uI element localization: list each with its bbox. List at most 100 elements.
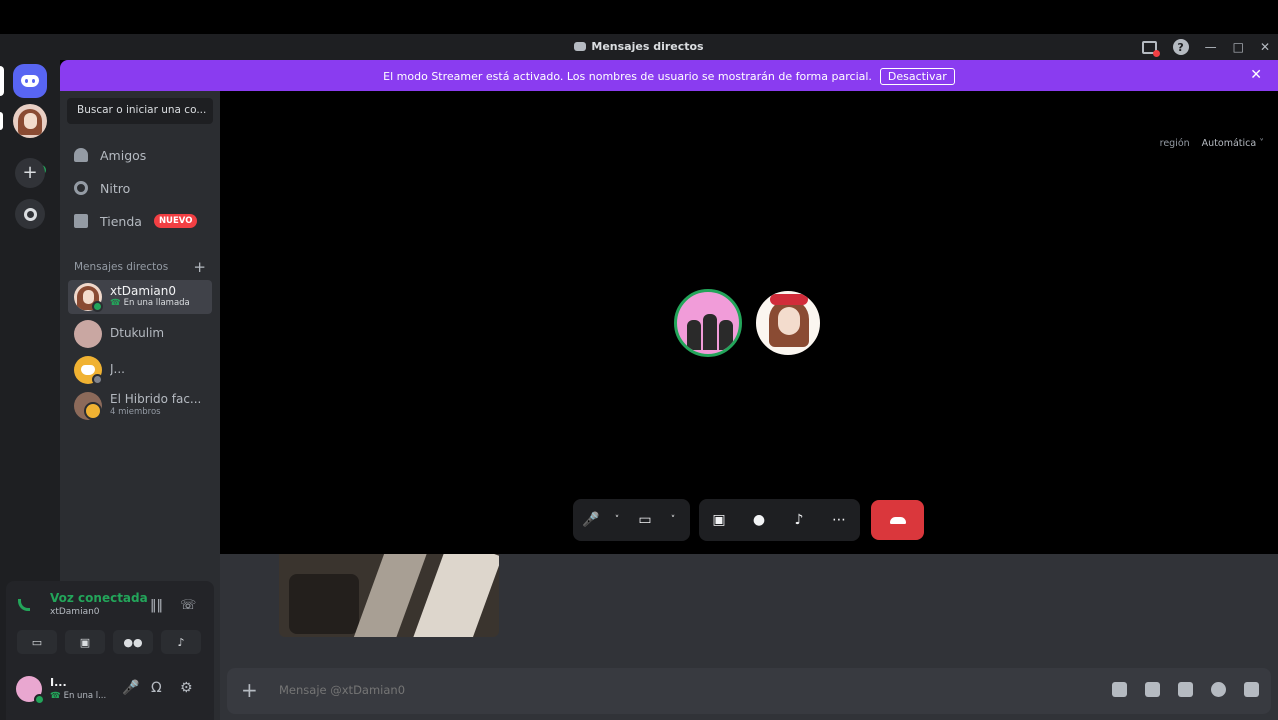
microphone-button[interactable]: 🎤 <box>573 499 609 541</box>
close-window-button[interactable]: ✕ <box>1260 40 1270 54</box>
dm-members: 4 miembros <box>110 407 161 417</box>
sticker-icon[interactable] <box>1178 682 1193 697</box>
dm-name: J... <box>110 362 125 376</box>
soundboard-icon: ♪ <box>794 512 804 528</box>
noise-suppression-icon[interactable]: ‖‖ <box>150 598 163 613</box>
nav-shop[interactable]: Tienda NUEVO <box>68 206 212 236</box>
screen-share-button[interactable]: ▣ <box>699 499 739 541</box>
dm-name: Dtukulim <box>110 326 165 340</box>
settings-gear-icon[interactable]: ⚙ <box>180 680 193 696</box>
nav-friends[interactable]: Amigos <box>68 140 212 170</box>
dm-icon <box>574 42 587 51</box>
screen-share-icon: ▣ <box>712 512 726 528</box>
dm-name: xtDamian0 <box>110 284 177 298</box>
compass-icon <box>23 207 37 221</box>
group-member-avatar <box>84 402 102 420</box>
signal-icon[interactable] <box>18 599 30 611</box>
camera-off-icon: ▭ <box>638 512 652 528</box>
user-panel: I... En una l... 🎤 Ω ⚙ <box>6 661 214 715</box>
screen-share-button[interactable]: ▣ <box>65 630 105 654</box>
activities-button[interactable]: ●● <box>113 630 153 654</box>
avatar <box>74 320 102 348</box>
online-status-icon <box>92 301 103 312</box>
apps-gamepad-icon[interactable] <box>1244 682 1259 697</box>
gif-icon[interactable] <box>1145 682 1160 697</box>
user-name: I... <box>50 676 67 689</box>
dm-name: El Hibrido fac... <box>110 392 202 406</box>
participant-avatar-2[interactable] <box>754 289 822 357</box>
maximize-button[interactable]: □ <box>1233 40 1244 54</box>
image-attachment[interactable] <box>279 554 499 637</box>
message-input[interactable] <box>279 683 879 697</box>
voice-channel: xtDamian0 <box>50 607 100 617</box>
inbox-icon[interactable] <box>1141 40 1160 57</box>
disconnect-icon[interactable]: ☏ <box>180 598 196 613</box>
screen-top-area <box>0 0 1278 34</box>
window-controls: ? — □ ✕ <box>1134 34 1278 60</box>
region-selector[interactable]: región Automática ˅ <box>1160 138 1264 149</box>
chat-area: + <box>220 554 1278 720</box>
nitro-icon <box>74 181 88 195</box>
explore-button[interactable] <box>15 199 45 229</box>
dm-status: En una llamada <box>110 298 190 308</box>
voice-connected-panel: Voz conectada xtDamian0 ‖‖ ☏ ▭ ▣ ●● ♪ <box>6 581 214 661</box>
gamepad-icon: ●● <box>123 635 143 649</box>
offline-status-icon <box>92 374 103 385</box>
friends-icon <box>74 148 88 162</box>
emoji-icon[interactable] <box>1211 682 1226 697</box>
participant-avatar-1[interactable] <box>674 289 742 357</box>
dm-item-3[interactable]: J... <box>68 353 212 387</box>
search-button[interactable]: Buscar o iniciar una co... <box>67 98 213 124</box>
dm-item-2[interactable]: Dtukulim <box>68 317 212 351</box>
user-status: En una l... <box>50 691 107 701</box>
attach-plus-icon[interactable]: + <box>241 678 258 702</box>
camera-off-icon: ▭ <box>31 635 43 649</box>
gift-icon[interactable] <box>1112 682 1127 697</box>
camera-off-button[interactable]: ▭ <box>17 630 57 654</box>
soundboard-button[interactable]: ♪ <box>779 499 819 541</box>
camera-options-chevron-icon[interactable]: ˅ <box>665 499 681 541</box>
server-avatar[interactable] <box>13 104 47 138</box>
deactivate-button[interactable]: Desactivar <box>879 68 955 85</box>
soundboard-button[interactable]: ♪ <box>161 630 201 654</box>
create-dm-icon[interactable]: + <box>193 258 206 276</box>
help-icon[interactable]: ? <box>1172 39 1189 55</box>
home-button[interactable] <box>13 64 47 98</box>
soundboard-icon: ♪ <box>177 635 185 649</box>
gamepad-icon: ● <box>752 512 766 528</box>
chevron-down-icon: ˅ <box>1256 138 1264 149</box>
microphone-icon[interactable]: 🎤 <box>122 680 139 696</box>
window-title: Mensajes directos <box>0 40 1278 53</box>
screen-share-icon: ▣ <box>79 635 91 649</box>
mic-options-chevron-icon[interactable]: ˅ <box>609 499 625 541</box>
close-banner-icon[interactable]: ✕ <box>1250 67 1262 83</box>
call-stage: región Automática ˅ 🎤 ˅ ▭ ˅ ▣ ● ♪ ⋯ <box>220 91 1278 554</box>
minimize-button[interactable]: — <box>1205 40 1217 54</box>
call-action-controls: ▣ ● ♪ ⋯ <box>699 499 860 541</box>
mic-camera-controls: 🎤 ˅ ▭ ˅ <box>573 499 690 541</box>
activities-button[interactable]: ● <box>739 499 779 541</box>
online-status-icon <box>34 694 45 705</box>
dm-item-group[interactable]: El Hibrido fac... 4 miembros <box>68 389 212 423</box>
voice-status-title[interactable]: Voz conectada <box>50 591 148 605</box>
nav-nitro[interactable]: Nitro <box>68 173 212 203</box>
more-options-button[interactable]: ⋯ <box>819 499 859 541</box>
title-bar: Mensajes directos ? — □ ✕ <box>0 34 1278 60</box>
add-server-button[interactable]: + <box>15 158 45 188</box>
more-icon: ⋯ <box>832 512 846 528</box>
dm-item-xtdamian0[interactable]: xtDamian0 En una llamada <box>68 280 212 314</box>
region-value: Automática <box>1201 138 1257 149</box>
phone-hangup-icon <box>889 516 906 524</box>
shop-icon <box>74 214 88 228</box>
hang-up-button[interactable] <box>871 500 924 540</box>
new-badge: NUEVO <box>153 214 198 228</box>
camera-button[interactable]: ▭ <box>625 499 665 541</box>
unread-pill <box>0 112 3 130</box>
headphones-icon[interactable]: Ω <box>151 680 162 696</box>
microphone-icon: 🎤 <box>582 512 600 528</box>
active-pill <box>0 66 4 96</box>
banner-message: El modo Streamer está activado. Los nomb… <box>383 70 872 83</box>
discord-logo-icon <box>21 75 39 87</box>
streamer-mode-banner: El modo Streamer está activado. Los nomb… <box>60 60 1278 91</box>
message-composer: + <box>227 668 1271 714</box>
